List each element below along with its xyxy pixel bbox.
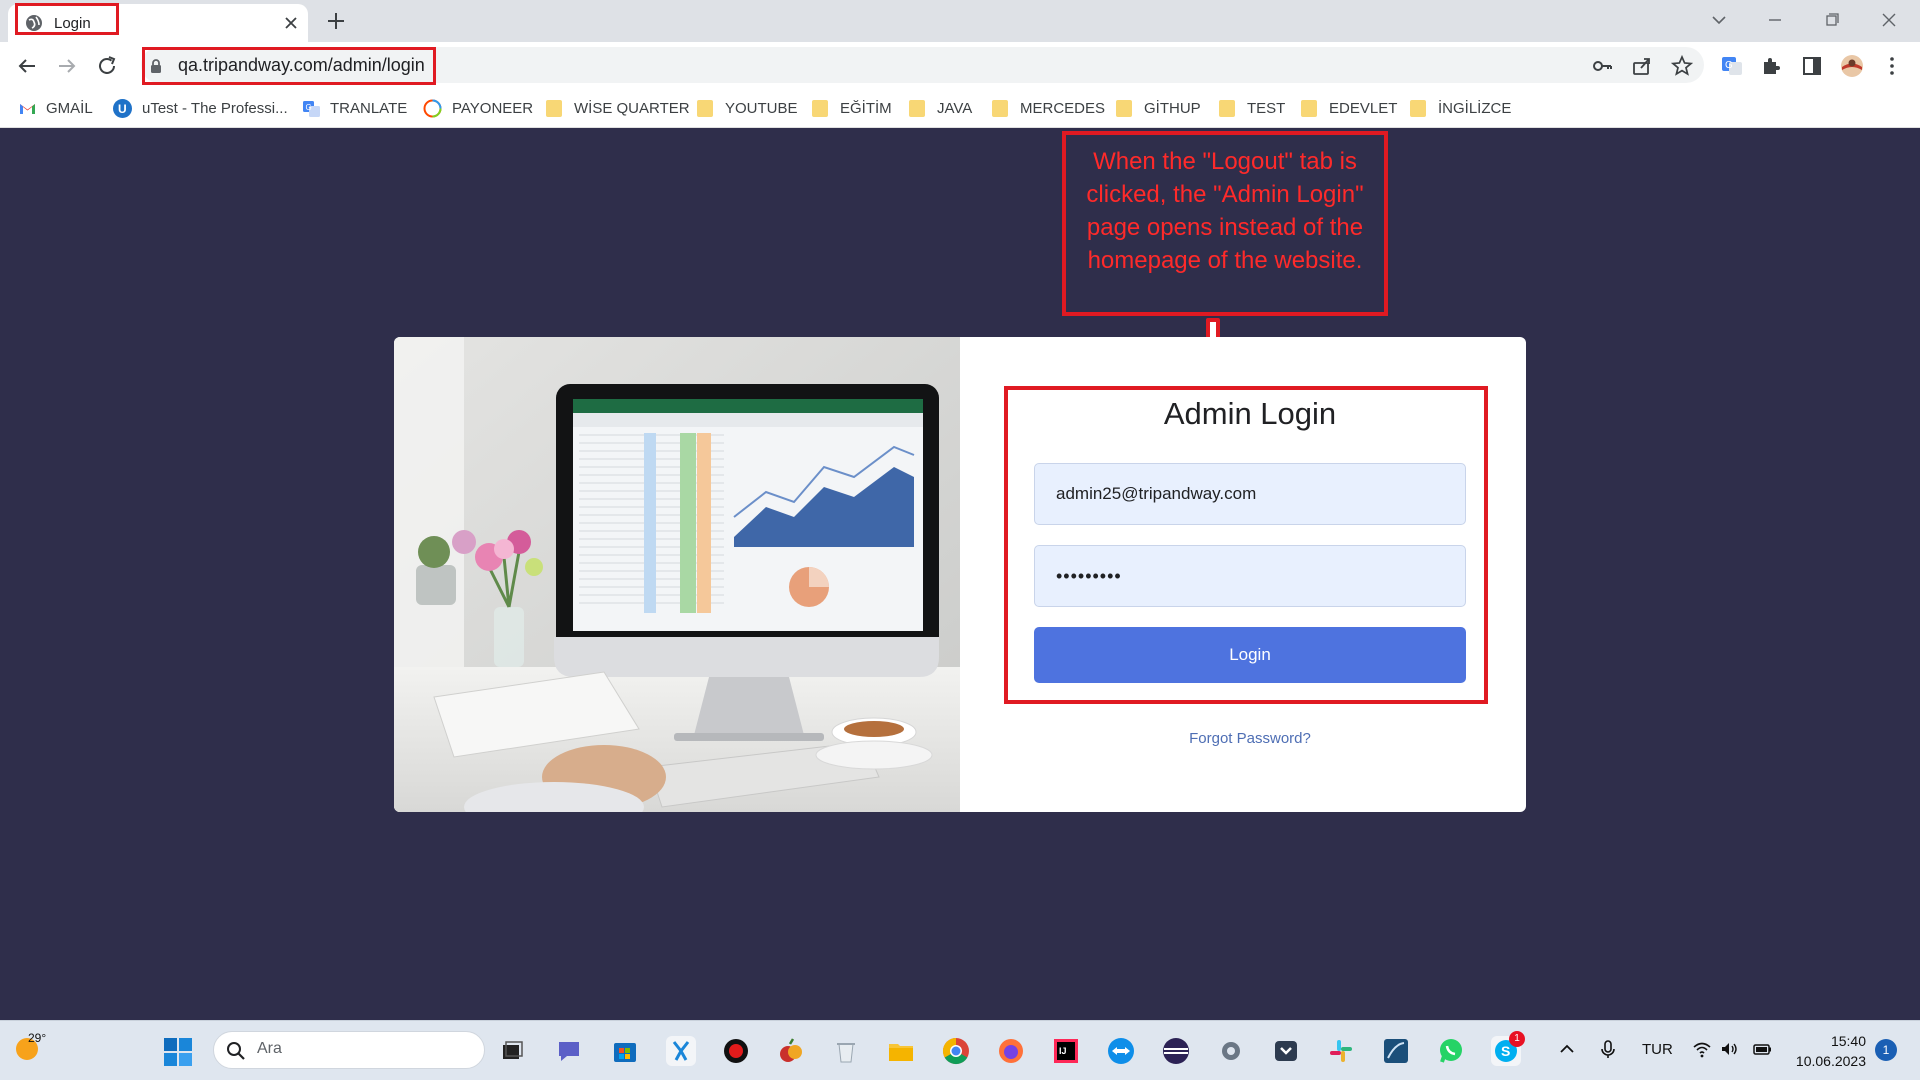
svg-text:U: U bbox=[118, 102, 127, 116]
folder-icon bbox=[1301, 99, 1317, 117]
windows-taskbar: 29° Ara IJ S 1 TUR 15:40 10.06.2023 1 bbox=[0, 1020, 1920, 1080]
intellij-icon[interactable]: IJ bbox=[1051, 1036, 1081, 1066]
svg-text:G: G bbox=[1725, 60, 1733, 71]
folder-icon bbox=[1410, 99, 1426, 117]
task-view-icon[interactable] bbox=[497, 1036, 527, 1066]
utest-icon: U bbox=[113, 98, 132, 118]
search-icon bbox=[227, 1042, 245, 1060]
login-button[interactable]: Login bbox=[1034, 627, 1466, 683]
tab-highlight-box bbox=[15, 3, 119, 35]
weather-temperature: 29° bbox=[28, 1031, 47, 1045]
bookmark-star-icon[interactable] bbox=[1670, 54, 1694, 78]
settings-gear-icon[interactable] bbox=[1216, 1036, 1246, 1066]
bookmark-gmail[interactable]: GMAİL bbox=[19, 88, 93, 128]
annotation-callout: When the "Logout" tab is clicked, the "A… bbox=[1062, 131, 1388, 316]
profile-avatar[interactable] bbox=[1840, 54, 1864, 78]
svg-text:S: S bbox=[1501, 1043, 1510, 1059]
bookmark-translate[interactable]: G TRANLATE bbox=[303, 88, 407, 128]
clock-time[interactable]: 15:40 bbox=[1796, 1033, 1866, 1049]
extensions-puzzle-icon[interactable] bbox=[1760, 54, 1784, 78]
restore-icon[interactable] bbox=[1821, 9, 1843, 31]
mysql-workbench-icon[interactable] bbox=[1381, 1036, 1411, 1066]
new-tab-plus-icon[interactable] bbox=[326, 11, 346, 31]
folder-icon bbox=[1219, 99, 1235, 117]
bookmark-folder-mercedes[interactable]: MERCEDES bbox=[992, 88, 1105, 128]
page-title: Admin Login bbox=[1163, 396, 1337, 431]
key-icon[interactable] bbox=[1590, 54, 1614, 78]
battery-icon[interactable] bbox=[1752, 1039, 1772, 1059]
bookmark-folder-github[interactable]: GİTHUP bbox=[1116, 88, 1201, 128]
minimize-icon[interactable] bbox=[1764, 9, 1786, 31]
teamviewer-icon[interactable] bbox=[1106, 1036, 1136, 1066]
forward-arrow-icon[interactable] bbox=[55, 54, 79, 78]
share-icon[interactable] bbox=[1630, 54, 1654, 78]
volume-icon[interactable] bbox=[1719, 1039, 1739, 1059]
bookmark-folder-wise-quarter[interactable]: WİSE QUARTER bbox=[546, 88, 690, 128]
whatsapp-icon[interactable] bbox=[1436, 1036, 1466, 1066]
bookmark-folder-edevlet[interactable]: EDEVLET bbox=[1301, 88, 1397, 128]
browser-toolbar: qa.tripandway.com/admin/login G bbox=[0, 42, 1920, 88]
bookmark-folder-egitim[interactable]: EĞİTİM bbox=[812, 88, 892, 128]
lock-icon[interactable] bbox=[149, 58, 163, 74]
bookmark-folder-java[interactable]: JAVA bbox=[909, 88, 972, 128]
reload-icon[interactable] bbox=[95, 54, 119, 78]
recycle-bin-icon[interactable] bbox=[831, 1036, 861, 1066]
slack-icon[interactable] bbox=[1326, 1036, 1356, 1066]
language-indicator[interactable]: TUR bbox=[1642, 1041, 1673, 1058]
url-text[interactable]: qa.tripandway.com/admin/login bbox=[178, 55, 425, 76]
svg-text:IJ: IJ bbox=[1059, 1046, 1067, 1056]
window-close-icon[interactable] bbox=[1878, 9, 1900, 31]
skype-notification-badge: 1 bbox=[1509, 1031, 1525, 1047]
svg-text:G: G bbox=[306, 103, 312, 112]
eclipse-icon[interactable] bbox=[1161, 1036, 1191, 1066]
close-tab-icon[interactable] bbox=[284, 16, 298, 30]
snipping-tool-icon[interactable] bbox=[666, 1036, 696, 1066]
payoneer-icon bbox=[423, 99, 442, 117]
windows-start-icon[interactable] bbox=[163, 1037, 193, 1067]
folder-icon bbox=[812, 99, 828, 117]
bookmark-folder-ingilizce[interactable]: İNGİLİZCE bbox=[1410, 88, 1511, 128]
tab-search-chevron-icon[interactable] bbox=[1708, 9, 1730, 31]
microsoft-store-icon[interactable] bbox=[610, 1036, 640, 1066]
chevron-up-icon[interactable] bbox=[1557, 1039, 1577, 1059]
back-arrow-icon[interactable] bbox=[15, 54, 39, 78]
folder-icon bbox=[546, 99, 562, 117]
pocket-icon[interactable] bbox=[1271, 1036, 1301, 1066]
gmail-icon bbox=[20, 103, 35, 114]
side-panel-icon[interactable] bbox=[1800, 54, 1824, 78]
clock-date[interactable]: 10.06.2023 bbox=[1784, 1053, 1866, 1069]
folder-icon bbox=[1116, 99, 1132, 117]
bookmark-folder-test[interactable]: TEST bbox=[1219, 88, 1285, 128]
folder-icon bbox=[992, 99, 1008, 117]
search-placeholder: Ara bbox=[257, 1040, 282, 1057]
password-field[interactable] bbox=[1034, 545, 1466, 607]
microphone-icon[interactable] bbox=[1598, 1039, 1618, 1059]
file-explorer-icon[interactable] bbox=[886, 1036, 916, 1066]
fruit-app-icon[interactable] bbox=[776, 1036, 806, 1066]
taskbar-search-box[interactable] bbox=[213, 1031, 485, 1069]
bookmarks-bar: GMAİL U uTest - The Professi... G TRANLA… bbox=[0, 88, 1920, 128]
forgot-password-link[interactable]: Forgot Password? bbox=[1034, 730, 1466, 747]
teams-chat-icon[interactable] bbox=[555, 1036, 585, 1066]
bookmark-folder-youtube[interactable]: YOUTUBE bbox=[697, 88, 798, 128]
folder-icon bbox=[909, 99, 925, 117]
firefox-icon[interactable] bbox=[996, 1036, 1026, 1066]
desk-computer-photo bbox=[394, 337, 960, 812]
translate-icon: G bbox=[303, 100, 320, 117]
screen-recorder-icon[interactable] bbox=[721, 1036, 751, 1066]
wifi-icon[interactable] bbox=[1692, 1039, 1712, 1059]
browser-tab-strip: Login bbox=[0, 0, 1920, 42]
chrome-icon[interactable] bbox=[941, 1036, 971, 1066]
browser-menu-icon[interactable] bbox=[1880, 54, 1904, 78]
google-translate-icon[interactable]: G bbox=[1720, 54, 1744, 78]
bookmark-utest[interactable]: U uTest - The Professi... bbox=[113, 88, 288, 128]
email-field[interactable] bbox=[1034, 463, 1466, 525]
notification-count-badge[interactable]: 1 bbox=[1875, 1039, 1897, 1061]
folder-icon bbox=[697, 99, 713, 117]
bookmark-payoneer[interactable]: PAYONEER bbox=[423, 88, 533, 128]
